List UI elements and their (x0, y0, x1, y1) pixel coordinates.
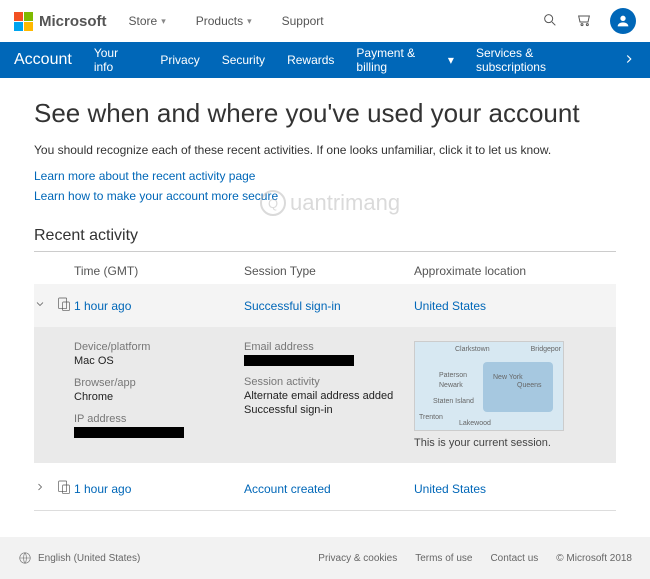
globe-icon (18, 551, 32, 565)
col-type: Session Type (244, 264, 414, 278)
nav-your-info[interactable]: Your info (94, 46, 139, 74)
activity-row[interactable]: 1 hour ago Successful sign-in United Sta… (34, 284, 616, 327)
email-redacted (244, 355, 354, 366)
session-activity-line: Alternate email address added (244, 390, 414, 402)
recent-activity-heading: Recent activity (34, 227, 616, 245)
learn-more-link[interactable]: Learn more about the recent activity pag… (34, 169, 616, 183)
account-avatar[interactable] (610, 8, 636, 34)
microsoft-logo[interactable]: Microsoft (14, 12, 107, 31)
activity-time: 1 hour ago (74, 482, 244, 496)
footer-links: Privacy & cookies Terms of use Contact u… (318, 553, 632, 564)
top-right (542, 8, 636, 34)
footer-contact[interactable]: Contact us (490, 553, 538, 564)
learn-secure-link[interactable]: Learn how to make your account more secu… (34, 189, 616, 203)
ip-redacted (74, 427, 184, 438)
footer-privacy[interactable]: Privacy & cookies (318, 553, 397, 564)
footer: English (United States) Privacy & cookie… (0, 537, 650, 579)
search-icon[interactable] (542, 12, 558, 31)
footer-terms[interactable]: Terms of use (415, 553, 472, 564)
main-content: See when and where you've used your acco… (0, 78, 650, 537)
session-activity-label: Session activity (244, 376, 414, 388)
cart-icon[interactable] (576, 12, 592, 31)
nav-rewards[interactable]: Rewards (287, 53, 334, 67)
page-title: See when and where you've used your acco… (34, 98, 616, 129)
chevron-down-icon: ▾ (247, 16, 252, 27)
divider (34, 251, 616, 252)
ip-label: IP address (74, 413, 244, 425)
footer-copyright: © Microsoft 2018 (556, 553, 632, 564)
map-caption: This is your current session. (414, 437, 606, 449)
activity-column-headers: Time (GMT) Session Type Approximate loca… (34, 258, 616, 284)
device-label: Device/platform (74, 341, 244, 353)
device-icon (56, 477, 74, 500)
ms-logo-icon (14, 12, 33, 31)
email-label: Email address (244, 341, 414, 353)
activity-row[interactable]: 1 hour ago Account created United States (34, 467, 616, 511)
browser-value: Chrome (74, 391, 244, 403)
activity-type: Successful sign-in (244, 299, 414, 313)
nav-store[interactable]: Store▾ (129, 14, 166, 28)
activity-details: Device/platform Mac OS Browser/app Chrom… (34, 327, 616, 463)
col-location: Approximate location (414, 264, 616, 278)
browser-label: Browser/app (74, 377, 244, 389)
nav-privacy[interactable]: Privacy (160, 53, 199, 67)
account-nav: Account Your info Privacy Security Rewar… (0, 42, 650, 78)
nav-payment[interactable]: Payment & billing ▾ (356, 46, 454, 74)
device-icon (56, 294, 74, 317)
nav-products[interactable]: Products▾ (196, 14, 252, 28)
activity-location: United States (414, 299, 616, 313)
location-map: Clarkstown Bridgepor Paterson Newark New… (414, 341, 564, 431)
device-value: Mac OS (74, 355, 244, 367)
chevron-right-icon (34, 481, 56, 496)
activity-time: 1 hour ago (74, 299, 244, 313)
nav-support[interactable]: Support (282, 14, 324, 28)
nav-security[interactable]: Security (222, 53, 265, 67)
page-subtitle: You should recognize each of these recen… (34, 143, 616, 157)
top-links: Store▾ Products▾ Support (129, 14, 324, 28)
nav-subscriptions[interactable]: Services & subscriptions (476, 46, 600, 74)
activity-type: Account created (244, 482, 414, 496)
chevron-down-icon: ▾ (448, 53, 454, 67)
activity-location: United States (414, 482, 616, 496)
nav-brand[interactable]: Account (14, 51, 72, 69)
chevron-down-icon: ▾ (161, 16, 166, 27)
session-activity-line: Successful sign-in (244, 404, 414, 416)
col-time: Time (GMT) (74, 264, 244, 278)
ms-logo-text: Microsoft (39, 13, 107, 30)
nav-scroll-right[interactable] (622, 52, 636, 69)
language-selector[interactable]: English (United States) (18, 551, 140, 565)
chevron-down-icon (34, 298, 56, 313)
top-bar: Microsoft Store▾ Products▾ Support (0, 0, 650, 42)
